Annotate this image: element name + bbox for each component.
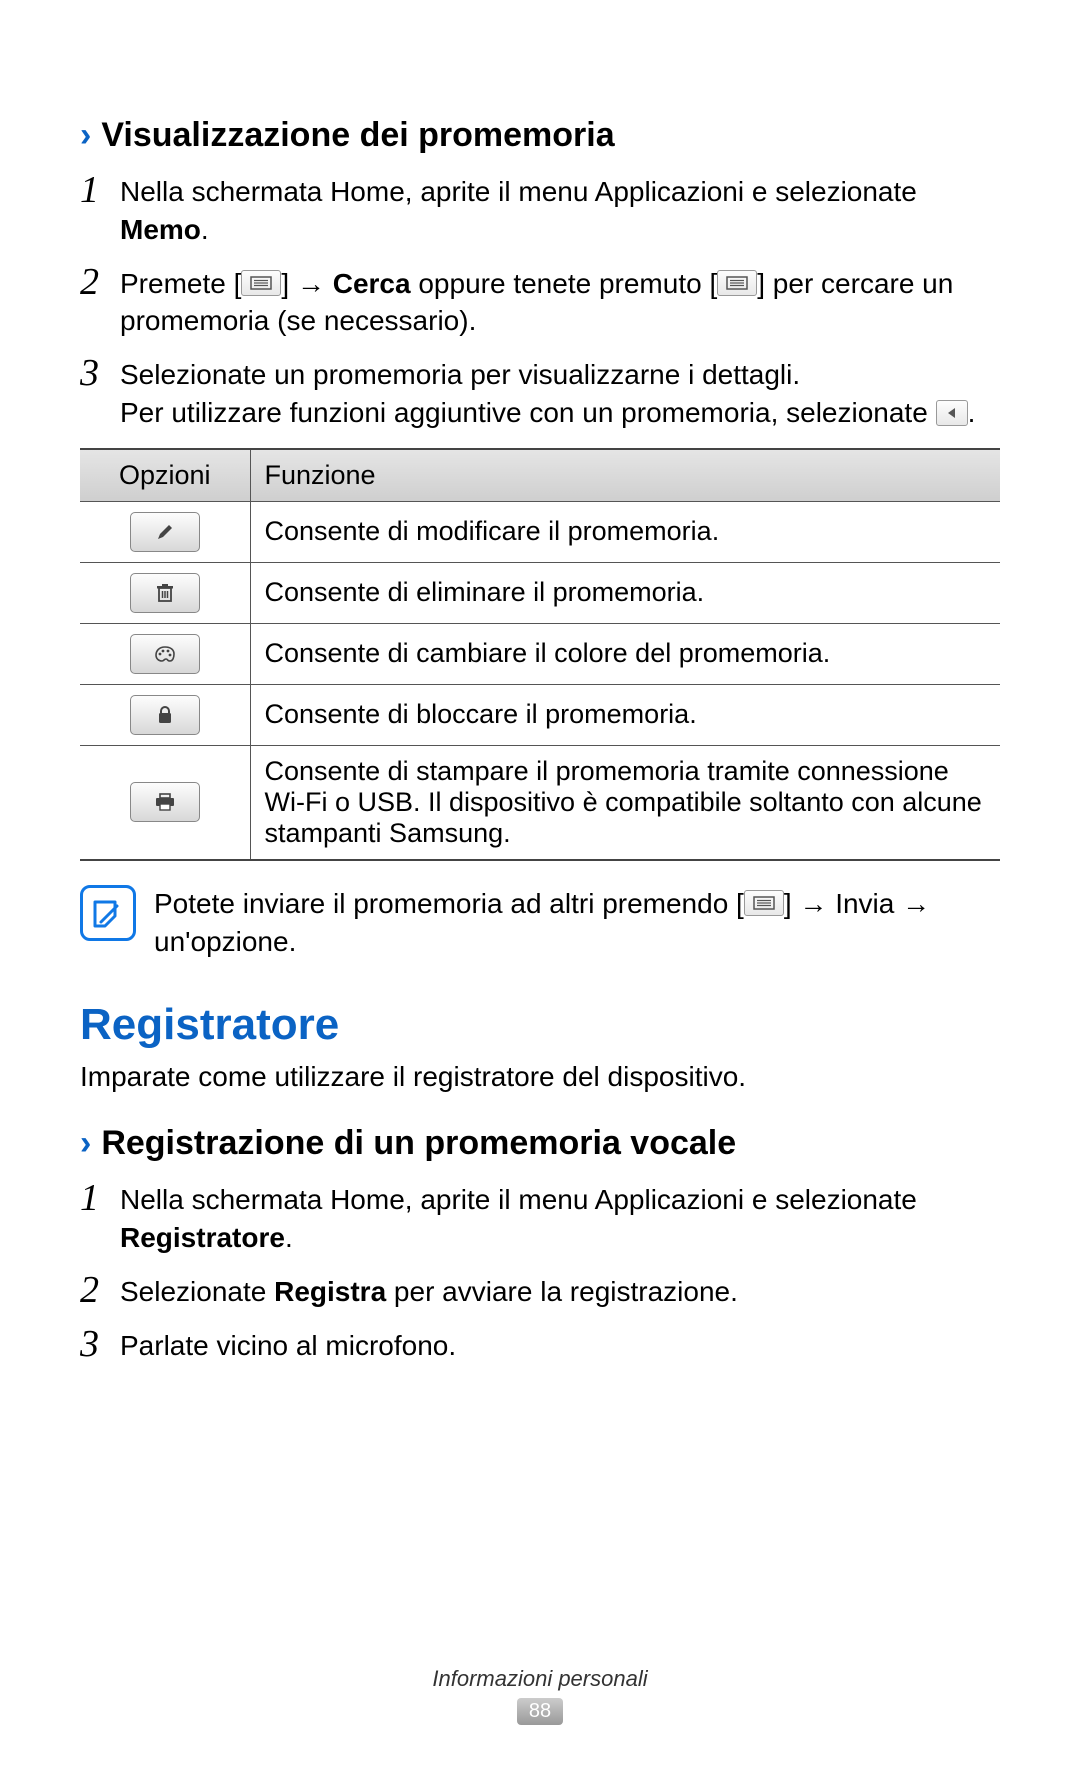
page-footer: Informazioni personali 88 xyxy=(0,1666,1080,1725)
table-row: Consente di cambiare il colore del prome… xyxy=(80,623,1000,684)
table-row: Consente di modificare il promemoria. xyxy=(80,501,1000,562)
step-body: Premete [] → Cerca oppure tenete premuto… xyxy=(120,265,1000,341)
step-number: 3 xyxy=(80,354,120,392)
table-head-function: Funzione xyxy=(250,449,1000,502)
lock-icon xyxy=(130,695,200,735)
note-text: Potete inviare il promemoria ad altri pr… xyxy=(154,885,1000,961)
step-body: Parlate vicino al microfono. xyxy=(120,1327,1000,1365)
menu-icon xyxy=(717,270,757,296)
menu-icon xyxy=(241,270,281,296)
step-item: 1 Nella schermata Home, aprite il menu A… xyxy=(80,173,1000,249)
step-body: Nella schermata Home, aprite il menu App… xyxy=(120,173,1000,249)
options-table: Opzioni Funzione Consente di modificare … xyxy=(80,448,1000,861)
page-content: › Visualizzazione dei promemoria 1 Nella… xyxy=(0,0,1080,1440)
table-row: Consente di bloccare il promemoria. xyxy=(80,684,1000,745)
palette-icon xyxy=(130,634,200,674)
step-item: 1 Nella schermata Home, aprite il menu A… xyxy=(80,1181,1000,1257)
step-number: 2 xyxy=(80,263,120,301)
chevron-icon: › xyxy=(80,1124,91,1163)
subheading-view-memos: › Visualizzazione dei promemoria xyxy=(80,116,1000,155)
step-body: Selezionate Registra per avviare la regi… xyxy=(120,1273,1000,1311)
step-item: 3 Parlate vicino al microfono. xyxy=(80,1327,1000,1365)
subheading-text: Visualizzazione dei promemoria xyxy=(101,116,614,155)
note-icon xyxy=(80,885,136,941)
step-item: 3 Selezionate un promemoria per visualiz… xyxy=(80,356,1000,432)
page-number: 88 xyxy=(517,1698,563,1725)
step-number: 1 xyxy=(80,171,120,209)
main-heading-recorder: Registratore xyxy=(80,1000,1000,1050)
left-triangle-icon xyxy=(936,400,968,426)
table-head-options: Opzioni xyxy=(80,449,250,502)
table-row: Consente di stampare il promemoria trami… xyxy=(80,745,1000,860)
footer-category: Informazioni personali xyxy=(0,1666,1080,1692)
step-number: 3 xyxy=(80,1325,120,1363)
step-item: 2 Premete [] → Cerca oppure tenete premu… xyxy=(80,265,1000,341)
step-number: 1 xyxy=(80,1179,120,1217)
step-body: Nella schermata Home, aprite il menu App… xyxy=(120,1181,1000,1257)
subheading-record-voice: › Registrazione di un promemoria vocale xyxy=(80,1124,1000,1163)
trash-icon xyxy=(130,573,200,613)
intro-text: Imparate come utilizzare il registratore… xyxy=(80,1058,1000,1096)
note-block: Potete inviare il promemoria ad altri pr… xyxy=(80,885,1000,961)
printer-icon xyxy=(130,782,200,822)
step-number: 2 xyxy=(80,1271,120,1309)
subheading-text: Registrazione di un promemoria vocale xyxy=(101,1124,736,1163)
table-row: Consente di eliminare il promemoria. xyxy=(80,562,1000,623)
step-body: Selezionate un promemoria per visualizza… xyxy=(120,356,1000,432)
chevron-icon: › xyxy=(80,116,91,155)
menu-icon xyxy=(744,890,784,916)
pencil-icon xyxy=(130,512,200,552)
step-item: 2 Selezionate Registra per avviare la re… xyxy=(80,1273,1000,1311)
